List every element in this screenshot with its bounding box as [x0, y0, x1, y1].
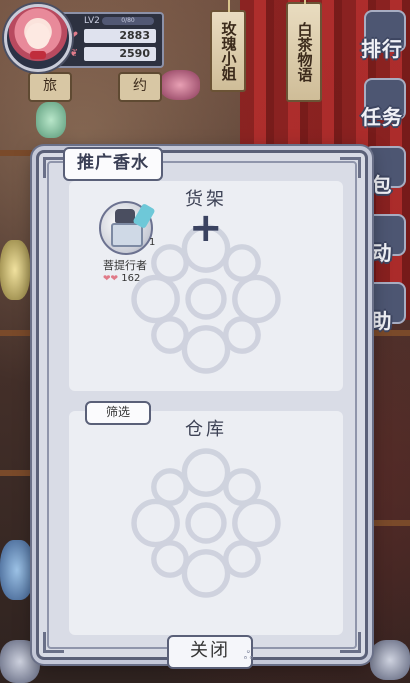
shop-tag: 约 [118, 72, 162, 102]
storage-section: 仓库 [69, 411, 343, 635]
avatar-face [26, 23, 50, 49]
floral-pattern-icon [131, 448, 281, 598]
currency-2-value: 2590 [119, 47, 150, 60]
hearts-icon: ❤❤ [103, 274, 119, 284]
avatar-bow [30, 51, 46, 59]
jar-decoration [36, 102, 66, 138]
item-popularity: ❤❤ 162 [103, 273, 163, 284]
currency-1-value: 2883 [119, 29, 150, 42]
side-button-ranking[interactable]: 排行 [354, 10, 410, 62]
swirl-icon: ஃ [243, 648, 255, 662]
promote-perfume-dialog: 推广香水 货架 1 菩提行者 ❤❤ 162 + 仓库 筛选 关闭 ஃ [36, 147, 368, 669]
add-button[interactable]: + [189, 208, 223, 248]
wall-shelf [0, 330, 40, 336]
item-count: 1 [149, 237, 156, 248]
currency-1: ❤ 2883 [70, 29, 156, 43]
popularity-value: 162 [121, 273, 141, 284]
player-panel[interactable]: LV2 0/80 ❤ 2883 ❦ 2590 [4, 4, 164, 72]
flower-decoration [160, 70, 200, 100]
bottle-body [111, 223, 143, 247]
bottle-cap [115, 209, 135, 223]
avatar[interactable] [4, 4, 72, 72]
pot-decoration [0, 640, 40, 683]
close-button-label: 关闭 [190, 640, 230, 661]
wall-shelf [370, 520, 410, 526]
xp-bar: 0/80 [102, 17, 154, 25]
shop-tag: 旅 [28, 72, 72, 102]
dialog-title: 推广香水 [63, 147, 163, 181]
currency-2: ❦ 2590 [70, 47, 156, 61]
vase-decoration [0, 540, 34, 600]
filter-button[interactable]: 筛选 [85, 401, 151, 425]
frame-corner [43, 632, 64, 653]
hanging-sign-rose: 玫瑰小姐 [210, 0, 246, 92]
side-button-label: 任务 [361, 105, 403, 129]
frame-corner [340, 157, 361, 178]
wall-shelf [0, 470, 40, 476]
shelf-section: 货架 1 菩提行者 ❤❤ 162 + [69, 181, 343, 391]
side-button-tasks[interactable]: 任务 [354, 78, 410, 130]
item-name: 菩提行者 [103, 259, 147, 272]
plant-decoration [0, 240, 30, 300]
frame-corner [340, 632, 361, 653]
pot-decoration [370, 640, 410, 680]
frame-corner [43, 157, 64, 178]
side-button-label: 排行 [361, 37, 403, 61]
close-button[interactable]: 关闭 ஃ [167, 635, 253, 669]
wall-shelf [0, 150, 40, 156]
level-label: LV2 [84, 16, 100, 26]
hanging-sign-tea: 白茶物语 [286, 0, 322, 102]
